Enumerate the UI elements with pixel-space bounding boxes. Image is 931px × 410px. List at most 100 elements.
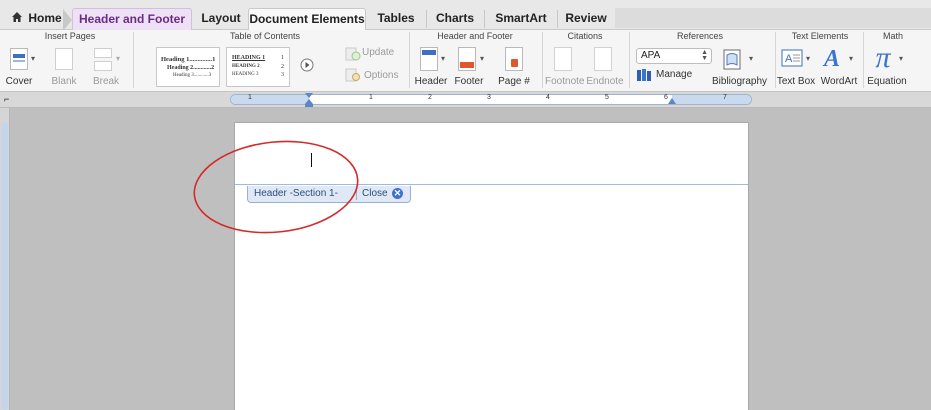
- tab-tables[interactable]: Tables: [368, 8, 424, 30]
- equation-label: Equation: [867, 76, 907, 87]
- ruler-number: 3: [487, 94, 491, 101]
- group-divider: [542, 32, 543, 88]
- tab-charts[interactable]: Charts: [428, 8, 482, 30]
- svg-text:A: A: [822, 46, 840, 69]
- header-dropdown-icon: ▾: [441, 54, 446, 63]
- break-icon-lower: [94, 61, 112, 71]
- citation-style-select[interactable]: APA ▲ ▼: [636, 48, 712, 64]
- indent-marker-icon[interactable]: [305, 93, 313, 107]
- endnote-label: Endnote: [586, 76, 624, 87]
- ruler-number: 4: [546, 94, 550, 101]
- footer-label: Footer: [454, 76, 484, 87]
- tab-header-and-footer[interactable]: Header and Footer: [63, 8, 192, 31]
- tab-review[interactable]: Review: [558, 8, 614, 30]
- manage-books-icon: [637, 69, 651, 81]
- break-label: Break: [92, 76, 120, 87]
- group-divider: [629, 32, 630, 88]
- group-title-insert-pages: Insert Pages: [44, 31, 96, 41]
- ruler-right-margin: [672, 95, 751, 104]
- close-header-button[interactable]: Close: [362, 186, 388, 202]
- break-dropdown-icon: ▾: [116, 54, 121, 63]
- footer-icon: [458, 47, 476, 71]
- pi-icon: π: [875, 41, 891, 74]
- group-title-toc: Table of Contents: [229, 31, 301, 41]
- blank-label: Blank: [51, 76, 77, 87]
- stepper-arrows-icon: ▲ ▼: [701, 49, 708, 62]
- manage-label: Manage: [656, 69, 693, 80]
- tab-divider: [557, 10, 558, 28]
- header-boundary-line: [235, 184, 748, 185]
- horizontal-ruler[interactable]: 1 1 2 3 4 5 6 7: [230, 93, 752, 107]
- toc-formal-num-3: 3: [281, 72, 284, 78]
- tab-bar-empty-area: [615, 8, 931, 28]
- citation-style-value: APA: [641, 50, 661, 61]
- tab-smartart[interactable]: SmartArt: [486, 8, 556, 30]
- toc-classic-line-2: Heading 2............2: [167, 65, 215, 71]
- header-tab-divider: [356, 188, 357, 200]
- footnote-label: Footnote: [545, 76, 585, 87]
- wordart-dropdown-icon: ▾: [849, 54, 854, 63]
- endnote-icon: [594, 47, 612, 71]
- break-icon: [94, 48, 112, 58]
- toc-formal-line-2: HEADING 2: [232, 64, 260, 69]
- home-icon: [12, 12, 22, 22]
- page-number-label: Page #: [498, 76, 530, 87]
- tab-document-elements[interactable]: Document Elements: [248, 8, 366, 30]
- cover-dropdown-icon: ▾: [31, 54, 36, 63]
- header-label: Header: [414, 76, 448, 87]
- ruler-number: 2: [428, 94, 432, 101]
- wordart-icon: A: [822, 46, 840, 69]
- group-divider: [409, 32, 410, 88]
- header-icon: [420, 47, 438, 71]
- ruler-number: 7: [723, 94, 727, 101]
- equation-dropdown-icon: ▾: [899, 54, 904, 63]
- ribbon-tab-bar: Home Header and Footer Layout Document E…: [0, 0, 931, 31]
- group-title-citations: Citations: [567, 31, 603, 41]
- cover-label: Cover: [5, 76, 33, 87]
- footer-dropdown-icon: ▾: [480, 54, 485, 63]
- toc-gallery-more-icon[interactable]: [300, 58, 314, 72]
- ruler-number: 1: [369, 94, 373, 101]
- close-circle-icon[interactable]: ✕: [392, 188, 403, 199]
- footnote-icon: [554, 47, 572, 71]
- group-title-references: References: [676, 31, 724, 41]
- text-box-dropdown-icon: ▾: [806, 54, 811, 63]
- toc-formal-num-1: 1: [281, 55, 284, 61]
- tab-home-label: Home: [28, 11, 62, 25]
- update-label: Update: [362, 47, 395, 58]
- bibliography-book-icon: [723, 49, 741, 70]
- cover-page-icon: [10, 48, 28, 70]
- toc-classic-line-1: Heading 1..............1: [161, 56, 216, 63]
- ribbon: Insert Pages Table of Contents Header an…: [0, 30, 931, 92]
- vertical-ruler[interactable]: [0, 108, 10, 410]
- toc-formal-line-1: HEADING 1: [232, 55, 266, 61]
- blank-page-icon: [55, 48, 73, 70]
- ruler-left-margin: [231, 95, 309, 104]
- options-gear-icon: [345, 68, 360, 82]
- header-section-tab: Header -Section 1- Close ✕: [247, 186, 411, 203]
- tab-home[interactable]: Home: [8, 8, 70, 30]
- bibliography-label: Bibliography: [712, 76, 768, 87]
- svg-text:A: A: [785, 53, 793, 65]
- text-cursor: [311, 153, 312, 167]
- header-section-label: Header -Section 1-: [254, 188, 338, 199]
- ruler-number: 1: [248, 94, 252, 101]
- tab-layout[interactable]: Layout: [196, 8, 246, 30]
- toc-style-classic[interactable]: Heading 1..............1 Heading 2......…: [156, 47, 220, 87]
- toc-formal-num-2: 2: [281, 64, 284, 70]
- text-box-icon: A: [781, 49, 803, 67]
- toc-style-formal[interactable]: HEADING 1 HEADING 2 HEADING 3 1 2 3: [226, 47, 290, 87]
- tab-divider: [426, 10, 427, 28]
- group-title-math: Math: [882, 31, 903, 41]
- document-page[interactable]: Header -Section 1- Close ✕: [234, 122, 749, 410]
- right-indent-marker-icon[interactable]: [668, 96, 676, 104]
- text-box-label: Text Box: [776, 76, 816, 87]
- bibliography-dropdown-icon: ▾: [749, 54, 754, 63]
- ruler-number: 5: [605, 94, 609, 101]
- update-icon: [345, 47, 361, 61]
- tab-stop-selector-icon[interactable]: ⌐: [4, 94, 9, 104]
- group-title-header-footer: Header and Footer: [437, 31, 513, 41]
- wordart-label: WordArt: [820, 76, 858, 87]
- group-divider: [133, 32, 134, 88]
- toc-formal-line-3: HEADING 3: [232, 72, 259, 77]
